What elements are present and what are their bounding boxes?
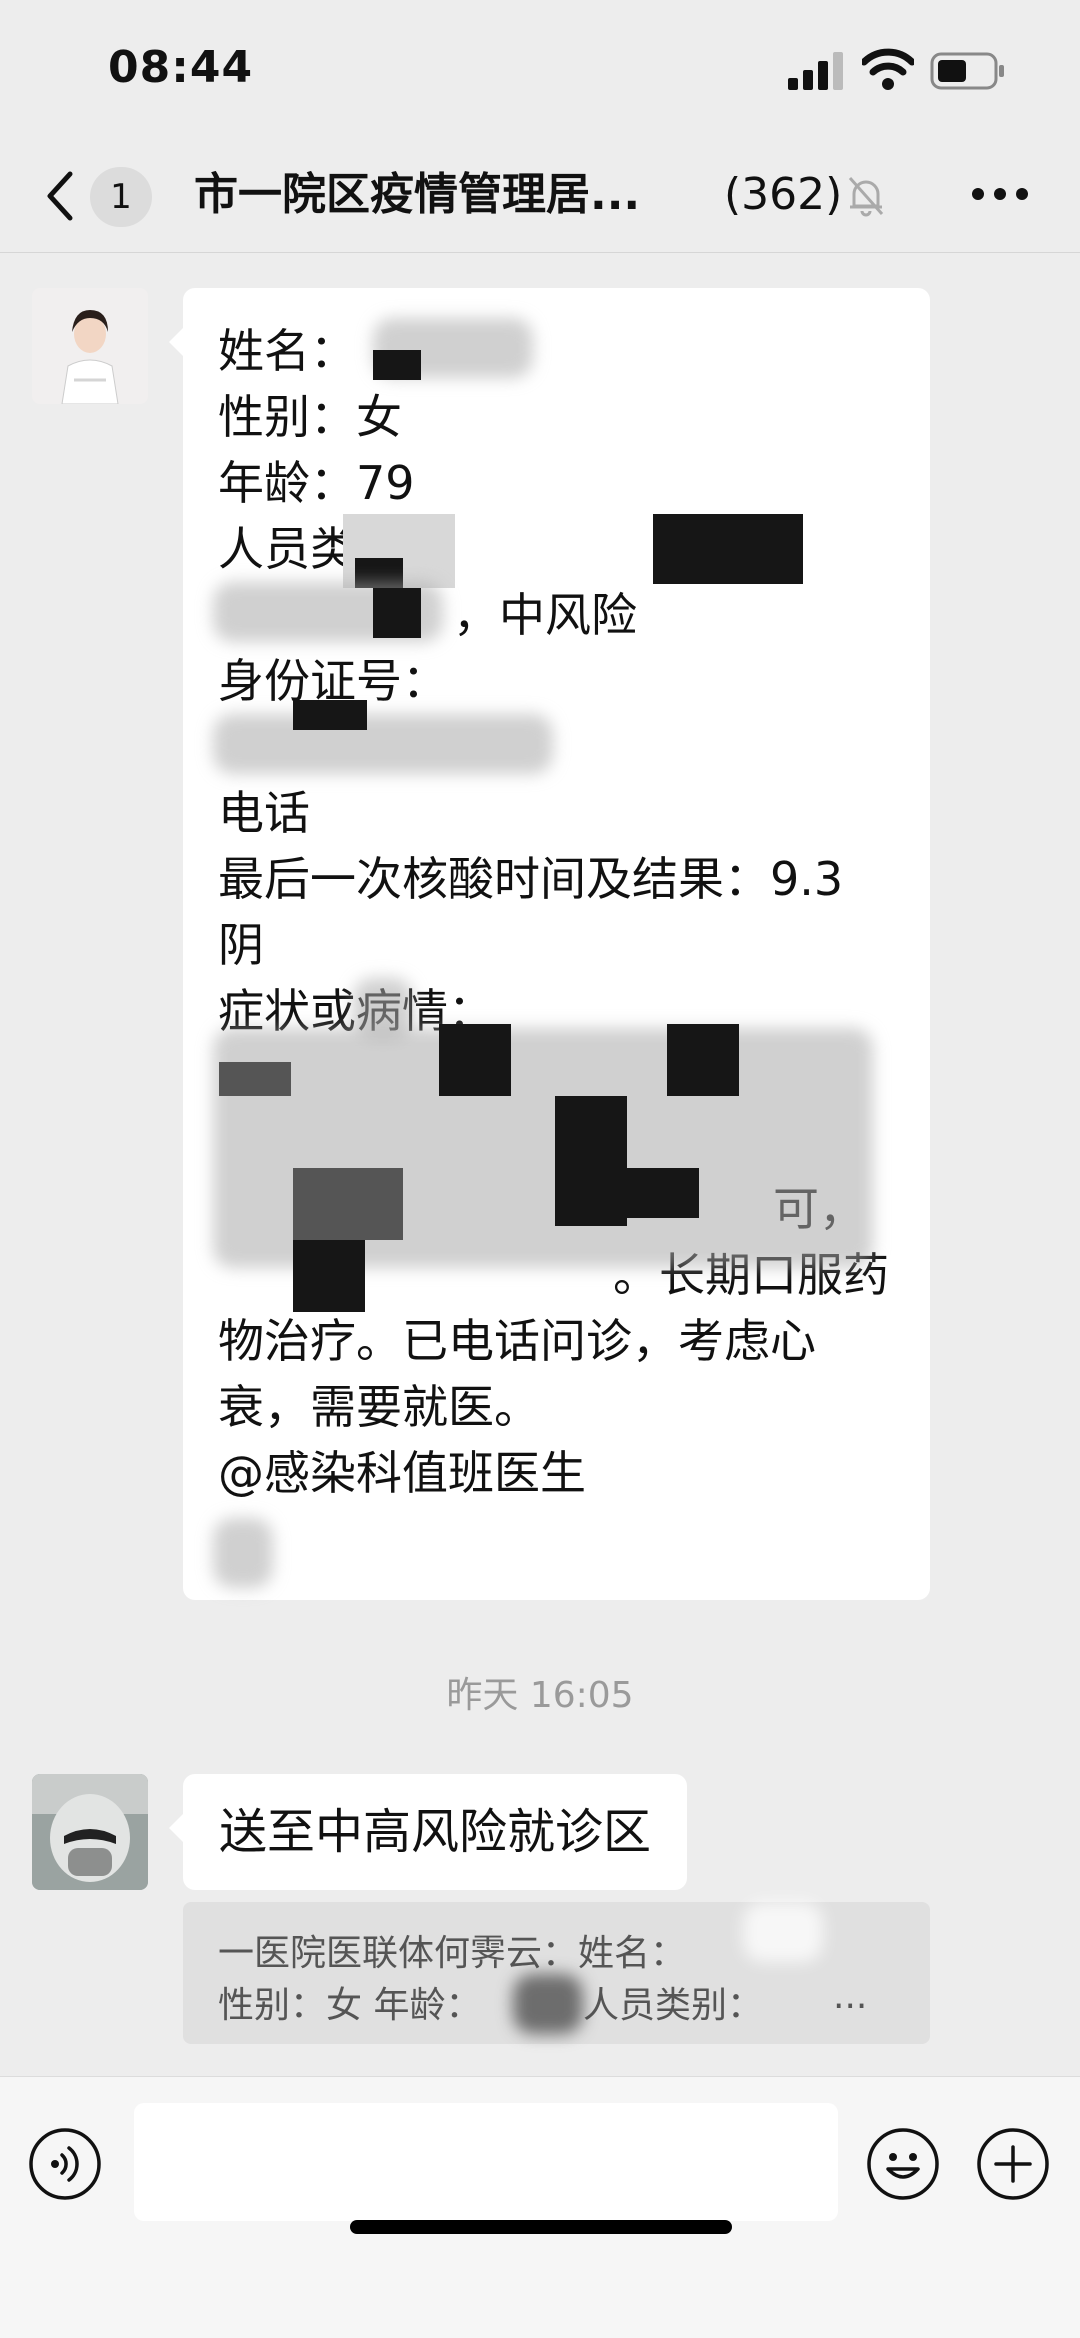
quoted-message[interactable]: 一医院医联体何霁云：姓名： 性别：女 年龄： 人员类别： ... — [183, 1902, 930, 2044]
redaction-block — [293, 1168, 403, 1240]
status-bar: 08:44 — [0, 0, 1080, 140]
unread-count-badge[interactable]: 1 — [90, 167, 152, 227]
cellular-signal-icon — [788, 52, 843, 90]
redaction-block — [653, 514, 803, 584]
redaction-block — [373, 350, 421, 380]
message-bubble[interactable]: 送至中高风险就诊区 — [168, 1774, 688, 1890]
message-line: 物治疗。已电话问诊，考虑心 — [218, 1314, 816, 1368]
message-timestamp: 昨天 16:05 — [446, 1675, 634, 1716]
redaction-block — [627, 1168, 699, 1218]
back-arrow-icon[interactable] — [42, 166, 78, 226]
chat-header: 1 市一院区疫情管理居... (362) — [0, 140, 1080, 253]
redaction-block — [219, 1062, 291, 1096]
redaction-block — [439, 1024, 511, 1096]
redaction-blur — [743, 1902, 823, 1962]
quote-text: 性别：女 年龄： — [218, 1985, 482, 2026]
message-line: ，中风险 — [453, 588, 637, 642]
redaction-block — [293, 1240, 365, 1312]
redaction-blur — [213, 714, 553, 774]
redaction-block — [293, 700, 367, 730]
battery-icon — [930, 52, 1004, 90]
wifi-icon — [862, 48, 914, 90]
message-input[interactable] — [134, 2103, 838, 2221]
status-time: 08:44 — [108, 42, 254, 93]
chat-input-bar — [0, 2076, 1080, 2338]
message-line: 最后一次核酸时间及结果：9.3 — [218, 852, 844, 906]
redaction-blur — [213, 1518, 273, 1588]
redaction-block — [373, 588, 421, 638]
redaction-block — [555, 1096, 627, 1226]
redaction-block — [667, 1024, 739, 1096]
message-mention[interactable]: @感染科值班医生 — [218, 1440, 586, 1506]
quote-text: 一医院医联体何霁云：姓名： — [218, 1933, 687, 1974]
sender-avatar[interactable] — [32, 288, 148, 404]
member-count: (362) — [724, 169, 843, 220]
message-line: 阴 — [218, 918, 264, 972]
mute-bell-icon — [848, 177, 884, 217]
message-text: 送至中高风险就诊区 — [219, 1804, 652, 1860]
more-options-icon[interactable] — [970, 186, 1030, 202]
add-attachment-icon[interactable] — [976, 2127, 1050, 2201]
home-indicator[interactable] — [350, 2220, 732, 2234]
quote-text: 人员类别： — [583, 1985, 764, 2026]
message-line: 性别：女 — [218, 390, 402, 444]
chat-title: 市一院区疫情管理居... — [194, 169, 641, 220]
voice-input-icon[interactable] — [28, 2127, 102, 2201]
message-line: 姓名： — [218, 324, 356, 378]
sender-avatar[interactable] — [32, 1774, 148, 1890]
message-line: 衰，需要就医。 — [218, 1380, 540, 1434]
redaction-blur — [513, 1974, 583, 2034]
message-line: 电话 — [218, 786, 310, 840]
message-line: 年龄：79 — [218, 456, 415, 510]
emoji-icon[interactable] — [866, 2127, 940, 2201]
message-bubble[interactable]: 姓名： 性别：女 年龄：79 人员类别： ，中风险 身份证号： 电话 最后一次核… — [169, 288, 930, 1600]
quote-ellipsis: ... — [833, 1976, 868, 2017]
